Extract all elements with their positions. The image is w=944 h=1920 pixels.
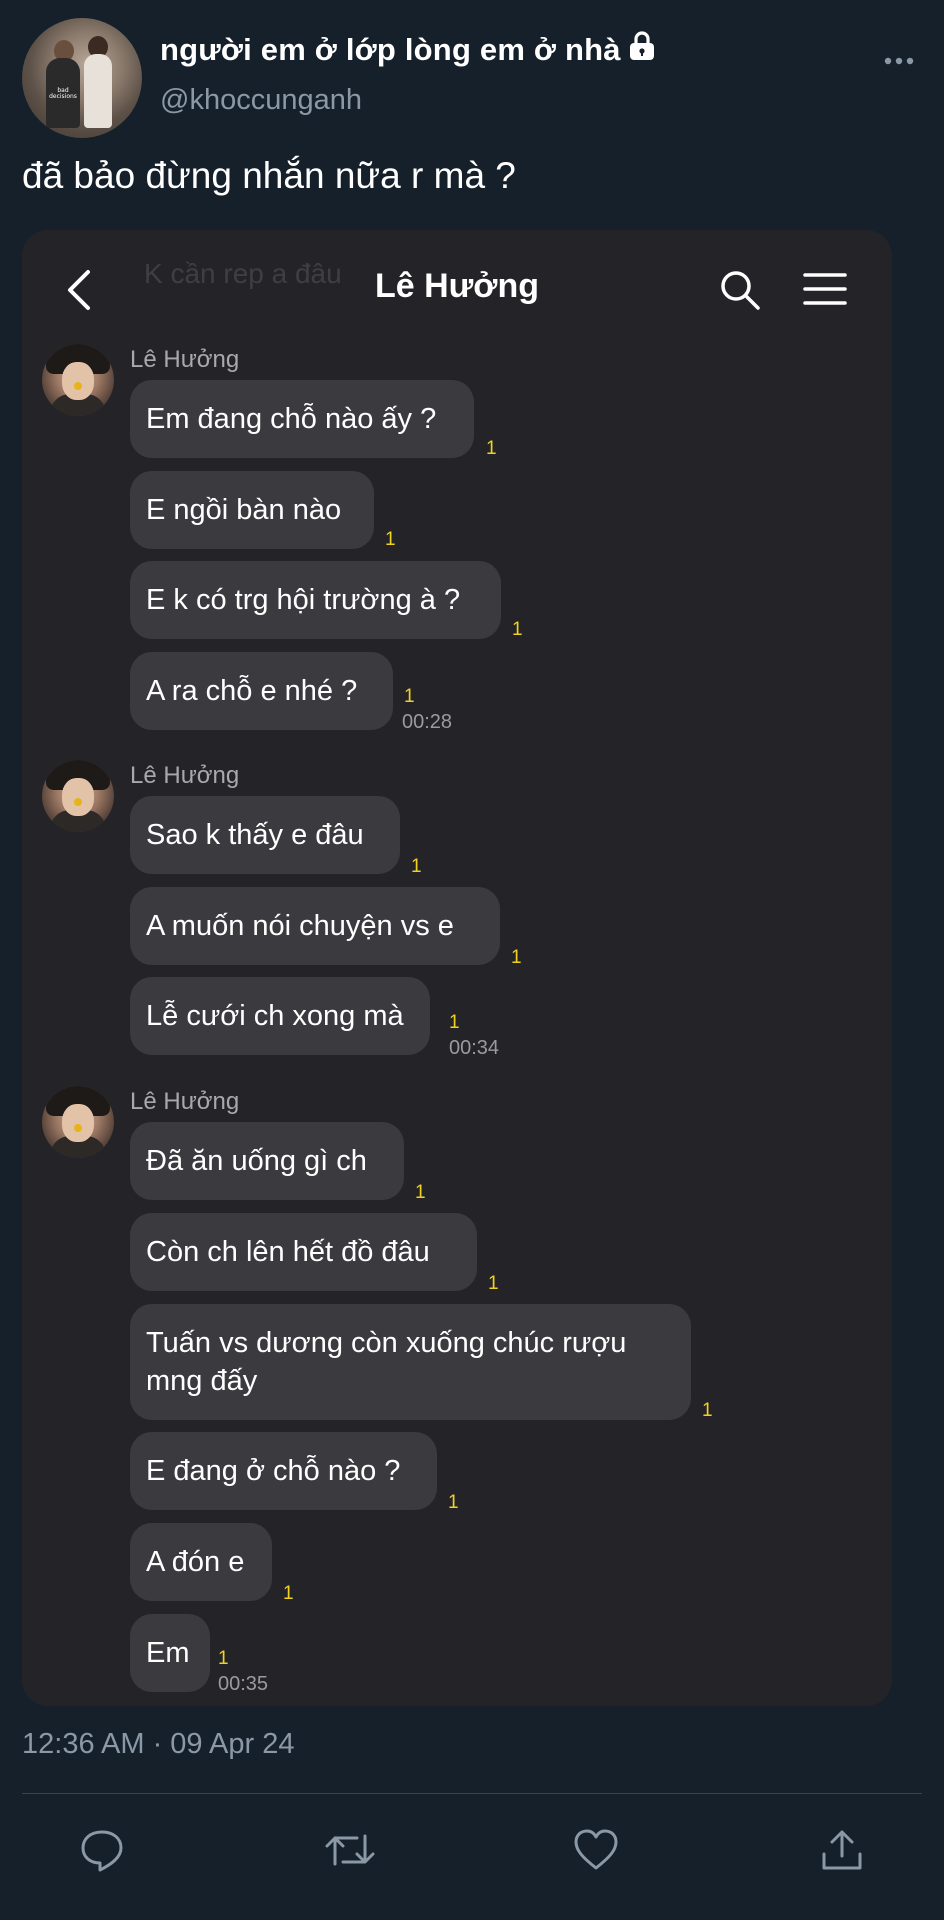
tweet-timestamp[interactable]: 12:36 AM · 09 Apr 24 <box>22 1728 294 1761</box>
message-bubble: A ra chỗ e nhé ? <box>130 652 393 730</box>
message-bubble: Em đang chỗ nào ấy ? <box>130 380 474 458</box>
unread-count: 1 <box>702 1400 713 1421</box>
lock-icon <box>627 30 657 70</box>
avatar-shirt-text: bad decisions <box>49 87 77 100</box>
search-icon <box>718 268 762 312</box>
display-name[interactable]: người em ở lớp lòng em ở nhà <box>160 32 621 67</box>
sender-avatar <box>42 760 114 832</box>
chat-header: K cần rep a đâu Lê Hưởng <box>22 230 892 340</box>
menu-icon <box>802 270 848 308</box>
heart-icon[interactable] <box>572 1826 620 1874</box>
share-icon[interactable] <box>818 1826 866 1874</box>
unread-count: 1 <box>486 438 497 459</box>
message-bubble: E đang ở chỗ nào ? <box>130 1432 437 1510</box>
unread-count: 1 <box>511 947 522 968</box>
user-handle[interactable]: @khoccunganh <box>160 84 362 117</box>
sender-avatar <box>42 344 114 416</box>
unread-count: 1 <box>218 1648 229 1669</box>
tweet-media-screenshot[interactable]: K cần rep a đâu Lê Hưởng Lê Hưởng Em đan… <box>22 230 892 1706</box>
message-bubble: E ngồi bàn nào <box>130 471 374 549</box>
sender-name: Lê Hưởng <box>130 762 240 789</box>
tweet-text: đã bảo đừng nhắn nữa r mà ? <box>22 155 516 196</box>
message-time: 00:35 <box>218 1673 269 1695</box>
display-name-row[interactable]: người em ở lớp lòng em ở nhà <box>160 30 657 70</box>
divider <box>22 1793 922 1794</box>
sender-name: Lê Hưởng <box>130 346 240 373</box>
message-time: 00:34 <box>449 1037 500 1059</box>
unread-count: 1 <box>449 1012 460 1033</box>
sender-name: Lê Hưởng <box>130 1088 240 1115</box>
tweet-header: bad decisions người em ở lớp lòng em ở n… <box>0 0 944 150</box>
sender-avatar <box>42 1086 114 1158</box>
unread-count: 1 <box>411 856 422 877</box>
message-bubble: Đã ăn uống gì ch <box>130 1122 404 1200</box>
unread-count: 1 <box>448 1492 459 1513</box>
retweet-icon[interactable] <box>324 1826 375 1874</box>
more-horizontal-icon[interactable] <box>884 52 914 65</box>
reply-icon[interactable] <box>78 1826 126 1874</box>
unread-count: 1 <box>385 529 396 550</box>
message-bubble: A muốn nói chuyện vs e <box>130 887 500 965</box>
unread-count: 1 <box>488 1273 499 1294</box>
unread-count: 1 <box>283 1583 294 1604</box>
profile-avatar[interactable]: bad decisions <box>22 18 142 138</box>
message-bubble: Còn ch lên hết đồ đâu <box>130 1213 477 1291</box>
message-bubble: A đón e <box>130 1523 272 1601</box>
message-time: 00:28 <box>402 711 453 733</box>
unread-count: 1 <box>415 1182 426 1203</box>
avatar-figure-body-2 <box>84 54 112 128</box>
unread-count: 1 <box>512 619 523 640</box>
message-bubble: Tuấn vs dương còn xuống chúc rượu mng đấ… <box>130 1304 691 1420</box>
message-bubble: Em <box>130 1614 210 1692</box>
message-bubble: E k có trg hội trường à ? <box>130 561 501 639</box>
unread-count: 1 <box>404 686 415 707</box>
message-bubble: Sao k thấy e đâu <box>130 796 400 874</box>
message-bubble: Lễ cưới ch xong mà <box>130 977 430 1055</box>
